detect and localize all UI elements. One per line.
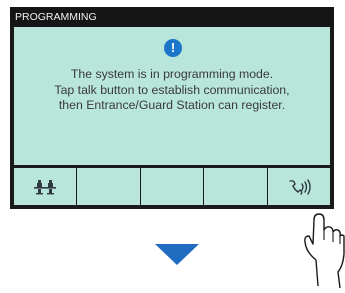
message-line: then Entrance/Guard Station can register… — [58, 98, 286, 112]
info-icon: ! — [164, 39, 182, 57]
message-line: Tap talk button to establish communicati… — [54, 82, 290, 97]
blank-button-2[interactable] — [77, 168, 140, 205]
down-arrow-icon — [155, 244, 199, 265]
hand-pointer-icon — [304, 213, 345, 288]
blank-button-3[interactable] — [140, 168, 204, 205]
message-line: The system is in programming mode. — [70, 67, 274, 81]
message-panel: ! The system is in programming mode. Tap… — [14, 27, 330, 165]
blank-button-4[interactable] — [204, 168, 267, 205]
button-bar — [14, 168, 331, 205]
network-icon — [34, 179, 57, 194]
network-button[interactable] — [14, 168, 77, 205]
intercom-device: PROGRAMMING ! The system is in programmi… — [10, 7, 334, 209]
message-text: The system is in programming mode. Tap t… — [14, 67, 330, 114]
page-title: PROGRAMMING — [10, 7, 334, 27]
